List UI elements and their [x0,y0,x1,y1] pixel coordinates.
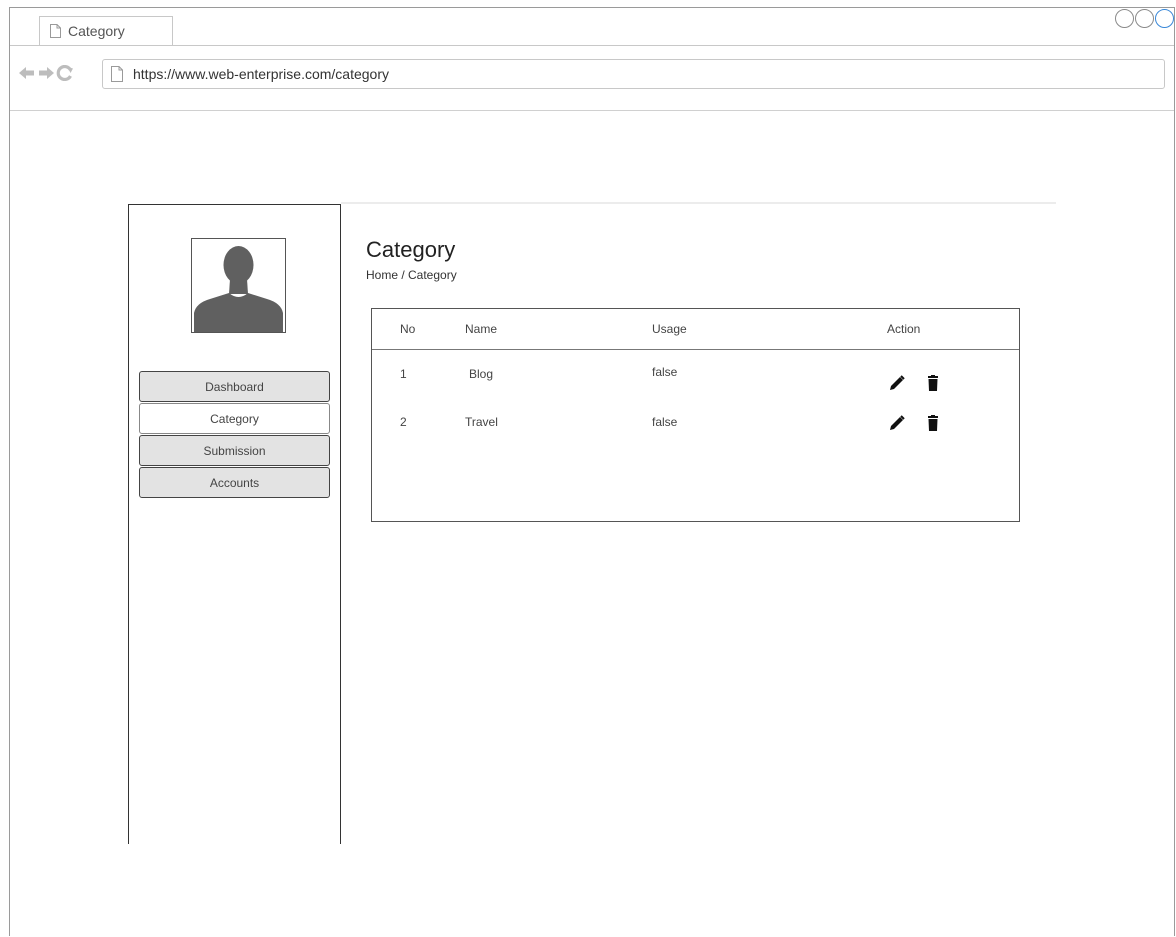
sidebar-item-label: Category [210,411,259,426]
browser-window: Category https://www.web-enterprise.com/… [9,7,1175,936]
row-actions [889,375,941,391]
column-header-name: Name [465,322,498,336]
row-no: 1 [400,367,407,381]
sidebar: Dashboard Category Submission Accounts [128,204,341,844]
document-icon [111,66,123,82]
document-icon [50,24,61,38]
sidebar-item-label: Submission [203,443,266,458]
avatar [191,238,286,333]
row-usage: false [652,365,678,379]
trash-icon[interactable] [925,415,941,431]
breadcrumb: Home / Category [366,268,457,282]
navigation-buttons [18,65,75,81]
minimize-control-icon[interactable] [1115,9,1134,28]
url-text: https://www.web-enterprise.com/category [133,66,389,82]
sidebar-item-submission[interactable]: Submission [139,435,330,466]
sidebar-item-accounts[interactable]: Accounts [139,467,330,498]
tab-category[interactable]: Category [39,16,173,45]
sidebar-item-category[interactable]: Category [139,403,330,434]
forward-arrow-icon[interactable] [37,65,55,81]
address-row: https://www.web-enterprise.com/category [10,46,1174,111]
row-name: Blog [469,367,494,381]
url-bar[interactable]: https://www.web-enterprise.com/category [102,59,1165,89]
table-header: No Name Usage Action [372,309,1019,350]
row-actions [889,415,941,431]
header-divider [341,202,1056,204]
close-control-icon[interactable] [1155,9,1174,28]
column-header-action: Action [887,322,921,336]
row-no: 2 [400,415,407,429]
sidebar-item-dashboard[interactable]: Dashboard [139,371,330,402]
page-title: Category [366,237,456,262]
sidebar-item-label: Accounts [209,475,260,490]
user-silhouette-icon [194,246,283,332]
back-arrow-icon[interactable] [18,65,36,81]
pencil-icon[interactable] [889,415,905,431]
column-header-no: No [400,322,416,336]
row-name: Travel [465,415,498,429]
maximize-control-icon[interactable] [1135,9,1154,28]
column-header-usage: Usage [652,322,687,336]
tab-title: Category [68,23,125,39]
trash-icon[interactable] [925,375,941,391]
sidebar-item-label: Dashboard [205,379,264,394]
category-table: No Name Usage Action 1 Blog false 2 Trav… [371,308,1020,522]
reload-icon[interactable] [56,65,74,81]
sidebar-menu: Dashboard Category Submission Accounts [139,371,330,499]
tab-strip: Category [10,8,1174,46]
pencil-icon[interactable] [889,375,905,391]
row-usage: false [652,415,678,429]
window-controls [1114,9,1174,28]
